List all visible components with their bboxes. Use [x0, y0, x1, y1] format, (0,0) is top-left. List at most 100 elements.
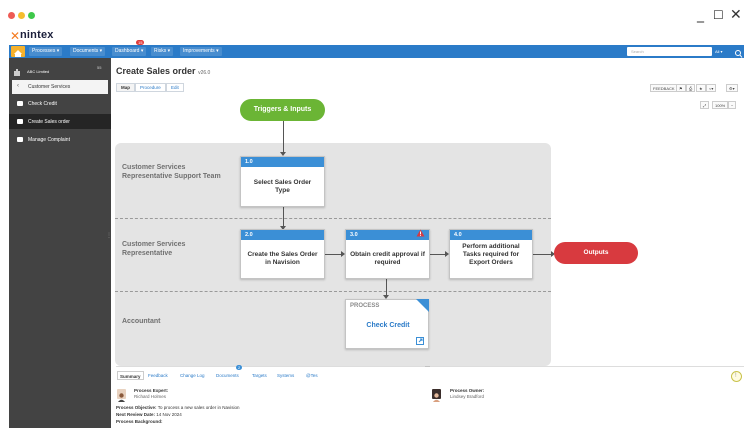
- sidebar-item-label: Create Sales order: [28, 119, 70, 125]
- activity-text: Create the Sales Order in Navision: [247, 251, 318, 266]
- activity-box-4[interactable]: 4.0 Perform additional Tasks required fo…: [449, 229, 533, 279]
- activity-number: 3.0: [346, 229, 429, 240]
- search-input[interactable]: Search: [627, 47, 712, 56]
- tab-systems[interactable]: Systems: [275, 371, 296, 380]
- page-title-text: Create Sales order: [116, 66, 196, 76]
- search-scope-select[interactable]: All ▾: [713, 47, 733, 56]
- fit-icon: ⤢: [703, 103, 707, 108]
- process-expert-label: Process Expert:: [134, 388, 169, 393]
- next-review-value: 14 Nov 2024: [156, 412, 182, 417]
- connector: [430, 254, 446, 255]
- page-title: Create Sales order v26.0: [116, 66, 210, 76]
- connector: [283, 121, 284, 154]
- lightbulb-icon: !: [735, 373, 737, 379]
- sidebar-resize-handle[interactable]: ⋮: [106, 232, 112, 239]
- process-owner-label: Process Owner:: [450, 388, 485, 393]
- favourite-button[interactable]: ★: [696, 84, 706, 92]
- window-minimize-dot[interactable]: [18, 12, 25, 19]
- nintex-logo-icon: ✕: [10, 29, 21, 43]
- connector: [533, 254, 552, 255]
- lane-label-support-team: Customer Services Representative Support…: [122, 164, 221, 180]
- help-button[interactable]: !: [731, 371, 742, 382]
- tab-tests[interactable]: @Tes: [304, 371, 320, 380]
- tab-documents[interactable]: Documents: [214, 371, 241, 380]
- process-owner-name[interactable]: Lindsey Bradford: [450, 394, 484, 399]
- zoom-fit-button[interactable]: ⤢: [700, 101, 710, 109]
- nav-documents[interactable]: Documents ▾: [70, 47, 106, 56]
- nav-improvements[interactable]: Improvements ▾: [180, 47, 222, 56]
- process-icon: [17, 101, 23, 106]
- activity-number: 1.0: [241, 157, 324, 167]
- sidebar-item-label: Check Credit: [28, 101, 57, 107]
- process-tag: PROCESS: [350, 303, 380, 309]
- lane-divider: [115, 218, 551, 219]
- org-icon: [13, 63, 21, 81]
- warning-icon: [416, 229, 425, 239]
- maximize-button[interactable]: ☐: [713, 8, 724, 22]
- activity-number: 4.0: [450, 230, 532, 240]
- print-icon: ⎙: [689, 86, 693, 91]
- share-icon: <▾: [709, 86, 714, 91]
- process-objective-text: To process a new sales order in Navision: [157, 405, 240, 410]
- minimize-button[interactable]: _: [697, 7, 704, 23]
- window-close-dot[interactable]: [8, 12, 15, 19]
- zoom-level[interactable]: 100%: [712, 101, 729, 109]
- sidebar-item-create-sales-order[interactable]: Create Sales order: [9, 114, 111, 129]
- lane-divider: [115, 291, 551, 292]
- avatar: [432, 389, 441, 402]
- activity-box-2[interactable]: 2.0 Create the Sales Order in Navision: [240, 229, 325, 279]
- window-maximize-dot[interactable]: [28, 12, 35, 19]
- sidebar-item-check-credit[interactable]: Check Credit: [9, 96, 111, 111]
- tab-feedback[interactable]: Feedback: [146, 371, 170, 380]
- org-count: 55: [97, 65, 102, 70]
- tab-change-log[interactable]: Change Log: [178, 371, 207, 380]
- zoom-out-icon: −: [731, 103, 734, 108]
- org-name: ABC Limited: [27, 69, 50, 74]
- zoom-out-button[interactable]: −: [728, 101, 737, 109]
- end-node-outputs[interactable]: Outputs: [554, 242, 638, 264]
- activity-number: 2.0: [241, 230, 324, 240]
- gear-icon: ⚙▾: [729, 86, 735, 91]
- nav-risks[interactable]: Risks ▾: [151, 47, 174, 56]
- open-link-icon: [416, 337, 424, 345]
- tab-edit[interactable]: Edit: [166, 83, 184, 92]
- start-node-triggers-inputs[interactable]: Triggers & Inputs: [240, 99, 325, 121]
- sidebar-back-customer-services[interactable]: ‹ Customer Services: [12, 80, 108, 94]
- print-button[interactable]: ⎙: [686, 84, 696, 92]
- tab-procedure[interactable]: Procedure: [135, 83, 166, 92]
- tab-targets[interactable]: Targets: [250, 371, 269, 380]
- connector: [325, 254, 342, 255]
- settings-button[interactable]: ⚙▾: [726, 84, 738, 92]
- process-expert-name[interactable]: Richard Holmes: [134, 394, 166, 399]
- tab-summary[interactable]: Summary: [117, 371, 144, 380]
- panel-resize-handle[interactable]: —: [425, 364, 430, 370]
- activity-text: Select Sales Order Type: [253, 179, 312, 194]
- process-link-label: Check Credit: [366, 322, 410, 329]
- process-objective-label: Process Objective:: [116, 405, 157, 410]
- share-button[interactable]: <▾: [706, 84, 717, 92]
- flag-button[interactable]: ⚑: [676, 84, 686, 92]
- folded-corner-icon: [416, 299, 429, 312]
- feedback-button[interactable]: FEEDBACK: [650, 84, 678, 92]
- activity-box-1[interactable]: 1.0 Select Sales Order Type: [240, 156, 325, 207]
- lane-label-csr: Customer Services Representative: [122, 241, 186, 257]
- process-link-check-credit[interactable]: PROCESS Check Credit: [345, 299, 429, 349]
- sidebar-item-manage-complaint[interactable]: Manage Complaint: [9, 132, 111, 147]
- avatar: [117, 389, 126, 402]
- process-icon: [17, 119, 23, 124]
- close-button[interactable]: ✕: [730, 7, 742, 23]
- process-icon: [17, 137, 23, 142]
- next-review-date: Next Review Date: 14 Nov 2024: [116, 412, 182, 417]
- home-button[interactable]: [11, 46, 25, 57]
- lane-label-accountant: Accountant: [122, 318, 161, 325]
- search-icon[interactable]: [734, 46, 743, 64]
- star-icon: ★: [699, 86, 703, 91]
- panel-divider: [116, 366, 744, 367]
- activity-box-3[interactable]: 3.0 Obtain credit approval if required: [345, 229, 430, 279]
- process-background-label: Process Background:: [116, 419, 163, 424]
- nav-processes[interactable]: Processes ▾: [29, 47, 63, 56]
- sidebar-back-label: Customer Services: [28, 84, 71, 90]
- tab-map[interactable]: Map: [116, 83, 135, 92]
- nav-dashboard[interactable]: Dashboard ▾: [112, 47, 147, 56]
- process-objective: Process Objective: To process a new sale…: [116, 405, 240, 410]
